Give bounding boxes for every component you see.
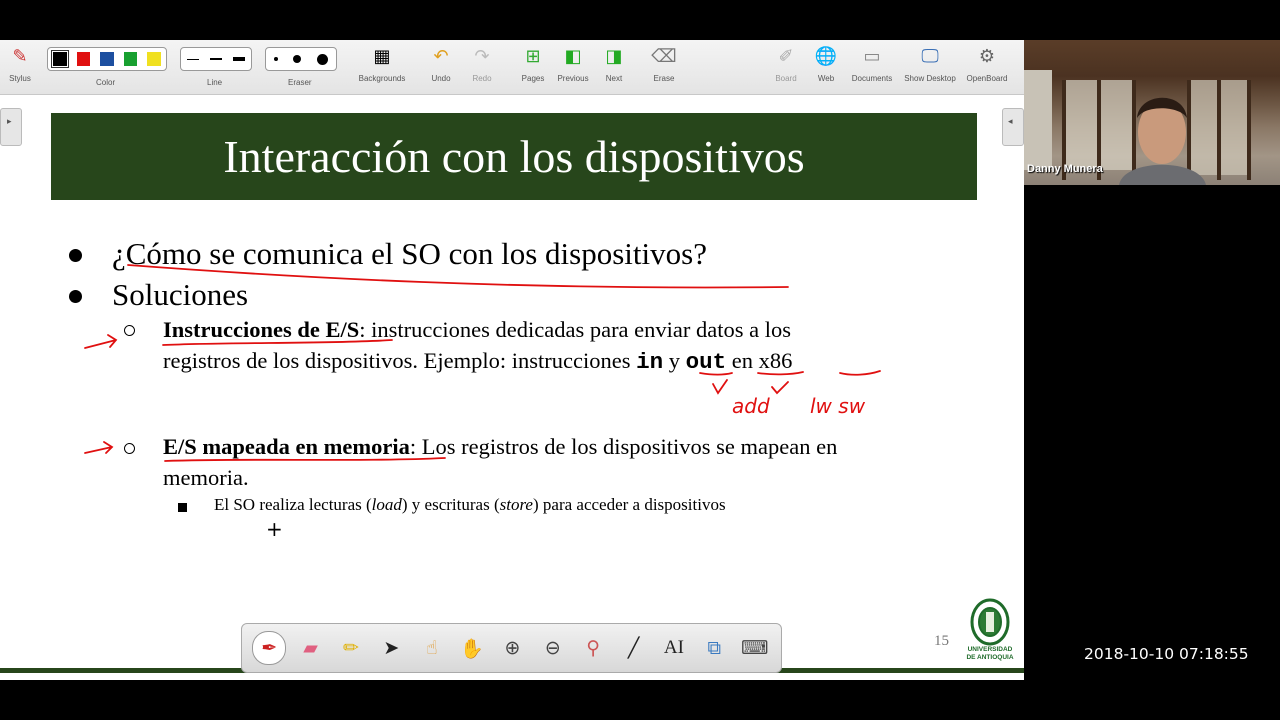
- keyboard-icon[interactable]: ⌨: [739, 632, 771, 664]
- arrow-annotation-1: [84, 334, 118, 349]
- handwriting-lw-sw: lw sw: [810, 394, 866, 418]
- participant-name: Danny Munera: [1027, 163, 1103, 175]
- underline-x86: [839, 370, 881, 376]
- marker-tool-icon[interactable]: ✏: [335, 632, 367, 664]
- underline-in: [699, 372, 733, 376]
- zoom-out-icon[interactable]: ⊖: [537, 632, 569, 664]
- underline-question: [127, 264, 789, 289]
- line-tool-icon[interactable]: ╱: [618, 632, 650, 664]
- underline-io: [162, 339, 393, 346]
- checkmark-out: [771, 381, 789, 395]
- underline-out: [757, 371, 804, 376]
- arrow-annotation-2: [84, 441, 114, 454]
- underline-mmio: [164, 457, 446, 462]
- university-seal-icon: [970, 598, 1010, 646]
- text-tool-icon[interactable]: AI: [658, 632, 690, 664]
- university-logo: UNIVERSIDAD DE ANTIOQUIA: [962, 598, 1018, 668]
- ink-annotations: add lw sw: [84, 264, 881, 462]
- pan-hand-icon[interactable]: ✋: [456, 632, 488, 664]
- handwriting-add: add: [732, 394, 770, 418]
- logo-line1: UNIVERSIDAD: [967, 646, 1013, 653]
- capture-tool-icon[interactable]: ⧉: [698, 632, 730, 664]
- zoom-in-icon[interactable]: ⊕: [496, 632, 528, 664]
- laser-pointer-icon[interactable]: ⚲: [577, 632, 609, 664]
- selector-tool-icon[interactable]: ➤: [375, 632, 407, 664]
- eraser-tool-icon[interactable]: ▰: [295, 632, 327, 664]
- interact-hand-icon[interactable]: ☝: [416, 632, 448, 664]
- recording-timestamp: 2018-10-10 07:18:55: [1084, 645, 1249, 663]
- logo-text: UNIVERSIDAD DE ANTIOQUIA: [966, 646, 1013, 662]
- logo-line2: DE ANTIOQUIA: [966, 654, 1014, 661]
- slide-page-number: 15: [934, 633, 949, 649]
- checkmark-in: [712, 379, 728, 395]
- webcam-video: Danny Munera: [1024, 40, 1280, 185]
- tool-palette: ✒ ▰ ✏ ➤ ☝ ✋ ⊕ ⊖ ⚲ ╱ AI ⧉ ⌨: [241, 623, 782, 673]
- pen-tool-icon[interactable]: ✒: [252, 631, 287, 665]
